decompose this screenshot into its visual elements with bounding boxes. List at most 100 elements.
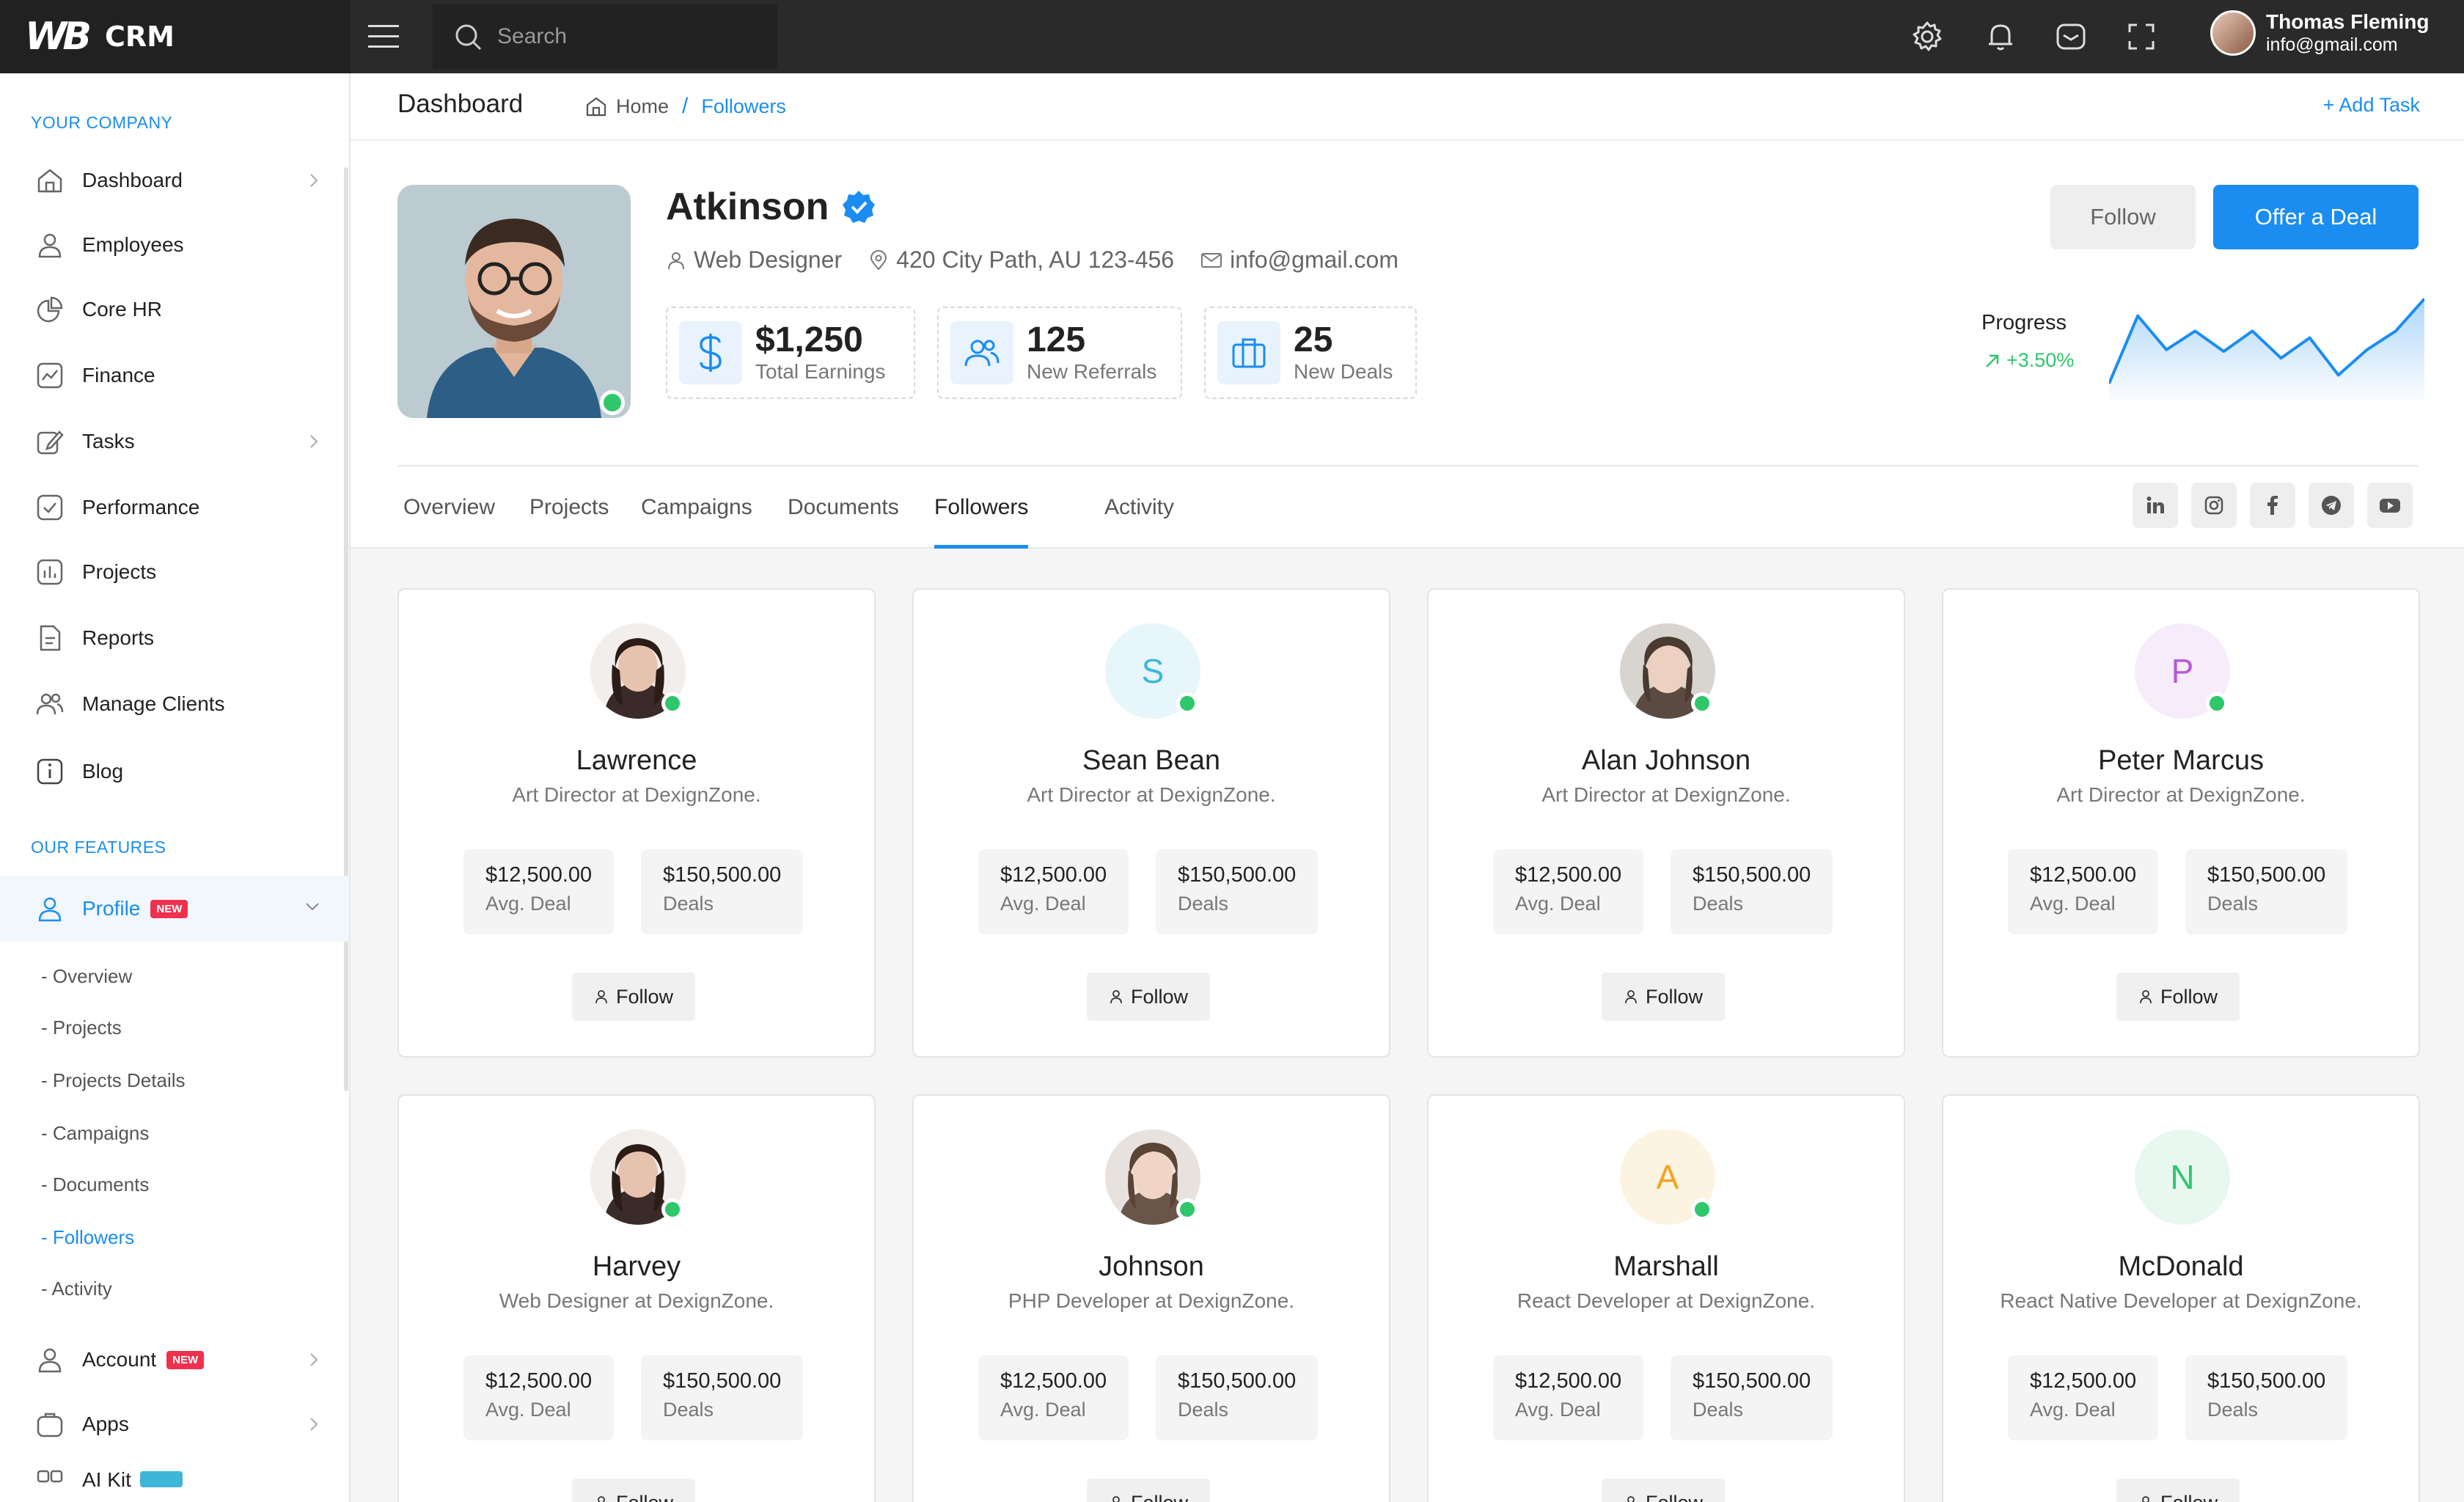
stat-value: 125 <box>1027 320 1086 359</box>
search-icon <box>455 24 482 51</box>
sidebar-item-blog[interactable]: Blog <box>0 742 349 801</box>
avg-deal-label: Avg. Deal <box>1515 893 1601 915</box>
tab-projects[interactable]: Projects <box>529 466 609 549</box>
search-box[interactable] <box>433 4 777 69</box>
follow-button[interactable]: Follow <box>2116 1479 2240 1502</box>
follow-button[interactable]: Follow <box>2050 185 2196 249</box>
deals-label: Deals <box>663 893 714 915</box>
follow-button[interactable]: Follow <box>1087 1479 1210 1502</box>
briefcase-icon <box>1232 338 1266 368</box>
breadcrumb: Home / Followers <box>585 94 786 119</box>
follow-button[interactable]: Follow <box>1602 972 1725 1021</box>
follower-role: PHP Developer at DexignZone. <box>1008 1289 1295 1312</box>
sidebar-sub-documents[interactable]: - Documents <box>41 1173 149 1196</box>
sidebar-item-manage-clients[interactable]: Manage Clients <box>0 675 349 733</box>
follow-button[interactable]: Follow <box>1087 972 1210 1021</box>
chevron-right-icon <box>310 174 318 187</box>
follow-label: Follow <box>1131 1492 1188 1502</box>
tab-campaigns[interactable]: Campaigns <box>641 466 752 549</box>
top-bar: WB CRM Thomas Fleming info@gmail.com <box>0 0 2464 73</box>
deals-label: Deals <box>1178 1399 1229 1421</box>
user-menu[interactable]: Thomas Fleming info@gmail.com <box>2210 10 2429 56</box>
tab-activity[interactable]: Activity <box>1104 466 1174 549</box>
profile-name: Atkinson <box>666 186 829 228</box>
users-icon <box>36 693 64 715</box>
follower-card: N McDonald React Native Developer at Dex… <box>1942 1094 2420 1502</box>
sidebar-item-label: Dashboard <box>82 169 183 191</box>
sidebar-sub-projects-details[interactable]: - Projects Details <box>41 1069 186 1092</box>
avg-deal-label: Avg. Deal <box>485 1399 571 1421</box>
sidebar-item-projects[interactable]: Projects <box>0 543 349 601</box>
sidebar-item-profile[interactable]: Profile NEW <box>0 876 349 942</box>
avg-deal-label: Avg. Deal <box>2030 893 2116 915</box>
sidebar-sub-activity[interactable]: - Activity <box>41 1278 112 1300</box>
add-task-link[interactable]: + Add Task <box>2323 94 2420 117</box>
home-icon <box>586 97 606 117</box>
avg-deal-value: $12,500.00 <box>1000 1369 1107 1393</box>
profile-email[interactable]: info@gmail.com <box>1230 246 1398 274</box>
menu-toggle-icon[interactable] <box>365 21 402 53</box>
youtube-icon[interactable] <box>2367 483 2413 528</box>
breadcrumb-separator: / <box>682 94 689 118</box>
facebook-icon[interactable] <box>2250 483 2295 528</box>
sidebar-sub-overview[interactable]: - Overview <box>41 965 132 988</box>
sidebar-item-label: Blog <box>82 760 124 783</box>
follow-button[interactable]: Follow <box>1602 1479 1725 1502</box>
sidebar-item-finance[interactable]: Finance <box>0 346 349 405</box>
breadcrumb-current[interactable]: Followers <box>701 95 786 118</box>
stat-new-referrals: 125 New Referrals <box>937 307 1182 399</box>
sidebar-item-label: Tasks <box>82 430 135 453</box>
sidebar-item-tasks[interactable]: Tasks <box>0 412 349 471</box>
sidebar-item-core-hr[interactable]: Core HR <box>0 280 349 339</box>
tab-overview[interactable]: Overview <box>403 466 495 549</box>
sidebar-item-account[interactable]: Account NEW <box>0 1330 349 1389</box>
sidebar-item-ai-kit[interactable]: AI Kit <box>0 1459 349 1502</box>
deals-label: Deals <box>2207 893 2259 915</box>
tab-documents[interactable]: Documents <box>788 466 899 549</box>
fullscreen-icon[interactable] <box>2124 19 2159 54</box>
follow-button[interactable]: Follow <box>572 972 695 1021</box>
check-square-icon <box>37 494 63 521</box>
avg-deal-stat: $12,500.00 Avg. Deal <box>2008 1355 2159 1440</box>
sidebar-item-label: Employees <box>82 233 184 256</box>
stat-total-earnings: $1,250 Total Earnings <box>666 307 915 399</box>
settings-icon[interactable] <box>1910 19 1945 54</box>
instagram-icon[interactable] <box>2191 483 2237 528</box>
sidebar-item-dashboard[interactable]: Dashboard <box>0 151 349 210</box>
sidebar-item-employees[interactable]: Employees <box>0 216 349 274</box>
home-icon <box>37 169 62 193</box>
sidebar-item-apps[interactable]: Apps <box>0 1395 349 1454</box>
sidebar-sub-followers[interactable]: - Followers <box>41 1226 134 1249</box>
avatar-initial: N <box>2170 1158 2195 1196</box>
sidebar-item-label: AI Kit <box>82 1468 131 1491</box>
profile-header: Atkinson Web Designer 420 City Path, AU … <box>351 141 2464 549</box>
linkedin-icon[interactable] <box>2133 483 2178 528</box>
search-input[interactable] <box>497 24 761 49</box>
follower-name: Johnson <box>1099 1251 1204 1282</box>
deals-value: $150,500.00 <box>2207 1369 2326 1393</box>
section-our-features: OUR FEATURES <box>31 838 166 857</box>
stat-label: Total Earnings <box>755 360 886 383</box>
follow-button[interactable]: Follow <box>572 1479 695 1502</box>
sidebar-sub-projects[interactable]: - Projects <box>41 1016 122 1039</box>
profile-meta: Web Designer 420 City Path, AU 123-456 i… <box>666 246 1425 274</box>
tab-followers[interactable]: Followers <box>934 466 1029 549</box>
offer-deal-button[interactable]: Offer a Deal <box>2213 185 2419 249</box>
sidebar-item-reports[interactable]: Reports <box>0 609 349 667</box>
stat-label: New Deals <box>1294 360 1393 383</box>
notification-bell-icon[interactable] <box>1983 19 2018 54</box>
avg-deal-value: $12,500.00 <box>1515 1369 1622 1393</box>
follower-card: A Marshall React Developer at DexignZone… <box>1427 1094 1905 1502</box>
follow-label: Follow <box>615 985 674 1008</box>
sidebar-sub-campaigns[interactable]: - Campaigns <box>41 1122 149 1145</box>
deals-value: $150,500.00 <box>1178 863 1297 887</box>
inbox-icon[interactable] <box>2053 19 2089 54</box>
logo-area[interactable]: WB CRM <box>0 0 351 73</box>
chevron-right-icon <box>310 1418 318 1431</box>
breadcrumb-home[interactable]: Home <box>616 95 669 118</box>
avg-deal-stat: $12,500.00 Avg. Deal <box>463 849 615 934</box>
follow-button[interactable]: Follow <box>2116 972 2240 1021</box>
telegram-icon[interactable] <box>2309 483 2354 528</box>
follower-role: Web Designer at DexignZone. <box>499 1289 774 1312</box>
sidebar-item-performance[interactable]: Performance <box>0 478 349 537</box>
